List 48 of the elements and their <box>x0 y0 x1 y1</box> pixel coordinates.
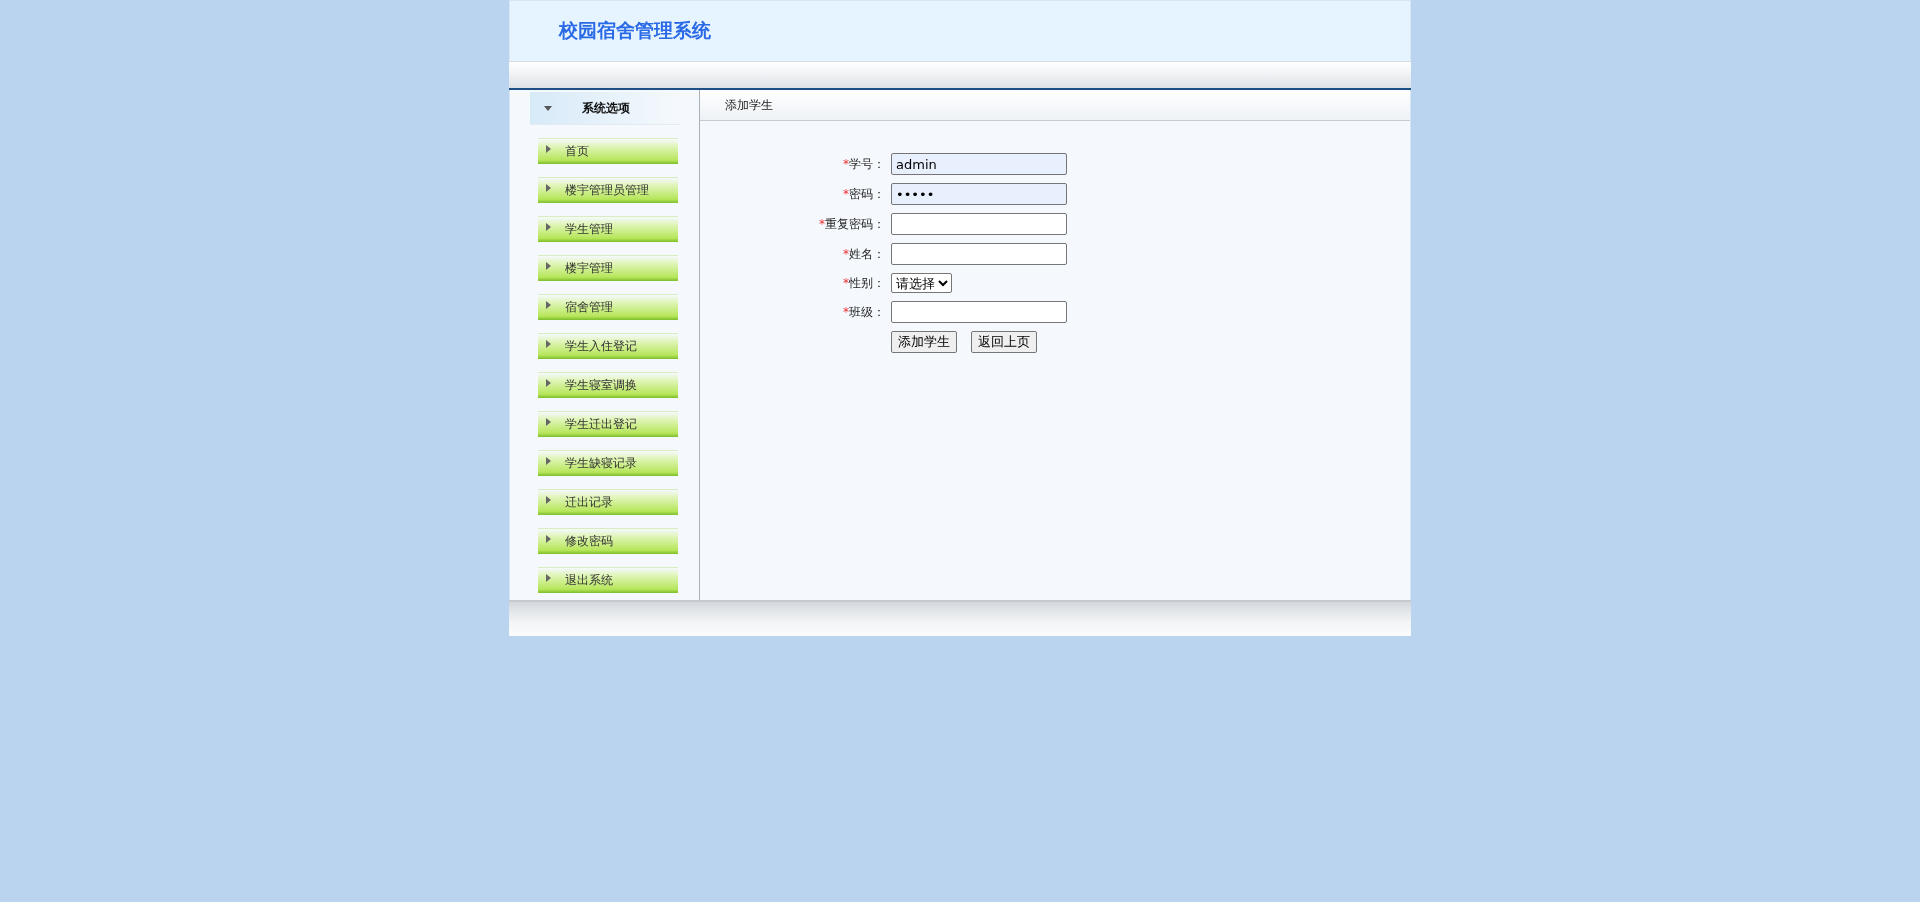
field-label: 密码： <box>849 185 885 203</box>
page-title: 添加学生 <box>725 96 773 114</box>
field-label: 班级： <box>849 303 885 321</box>
sidebar-item[interactable]: 宿舍管理 <box>538 294 678 320</box>
caret-icon <box>546 456 551 465</box>
sidebar-item[interactable]: 迁出记录 <box>538 489 678 515</box>
field-label: 重复密码： <box>825 215 885 233</box>
required-mark: * <box>843 276 849 290</box>
sidebar-item[interactable]: 楼宇管理员管理 <box>538 177 678 203</box>
caret-icon <box>546 339 551 348</box>
sidebar-item[interactable]: 退出系统 <box>538 567 678 593</box>
form-button[interactable]: 添加学生 <box>891 331 957 353</box>
caret-icon <box>546 573 551 582</box>
field-label: 性别： <box>849 274 885 292</box>
input-field[interactable] <box>891 301 1067 323</box>
app-title: 校园宿舍管理系统 <box>559 18 711 43</box>
sidebar-item[interactable]: 学生管理 <box>538 216 678 242</box>
sidebar-item[interactable]: 楼宇管理 <box>538 255 678 281</box>
sidebar-item[interactable]: 学生寝室调换 <box>538 372 678 398</box>
sidebar-item[interactable]: 学生缺寝记录 <box>538 450 678 476</box>
required-mark: * <box>843 247 849 261</box>
sidebar-item[interactable]: 修改密码 <box>538 528 678 554</box>
caret-icon <box>546 261 551 270</box>
input-field[interactable] <box>891 243 1067 265</box>
field-label: 姓名： <box>849 245 885 263</box>
caret-icon <box>546 378 551 387</box>
caret-icon <box>546 222 551 231</box>
caret-icon <box>546 144 551 153</box>
sidebar-title: 系统选项 <box>582 99 630 117</box>
gender-select[interactable]: 请选择 <box>891 273 952 293</box>
field-label: 学号： <box>849 155 885 173</box>
caret-icon <box>544 105 552 111</box>
required-mark: * <box>819 217 825 231</box>
caret-icon <box>546 183 551 192</box>
sidebar-item[interactable]: 首页 <box>538 138 678 164</box>
caret-icon <box>546 534 551 543</box>
input-field[interactable]: ••••• <box>891 183 1067 205</box>
caret-icon <box>546 300 551 309</box>
caret-icon <box>546 495 551 504</box>
input-field[interactable] <box>891 213 1067 235</box>
form-button[interactable]: 返回上页 <box>971 331 1037 353</box>
input-field[interactable]: admin <box>891 153 1067 175</box>
required-mark: * <box>843 187 849 201</box>
required-mark: * <box>843 157 849 171</box>
caret-icon <box>546 417 551 426</box>
required-mark: * <box>843 305 849 319</box>
sidebar-item[interactable]: 学生入住登记 <box>538 333 678 359</box>
sidebar-item[interactable]: 学生迁出登记 <box>538 411 678 437</box>
